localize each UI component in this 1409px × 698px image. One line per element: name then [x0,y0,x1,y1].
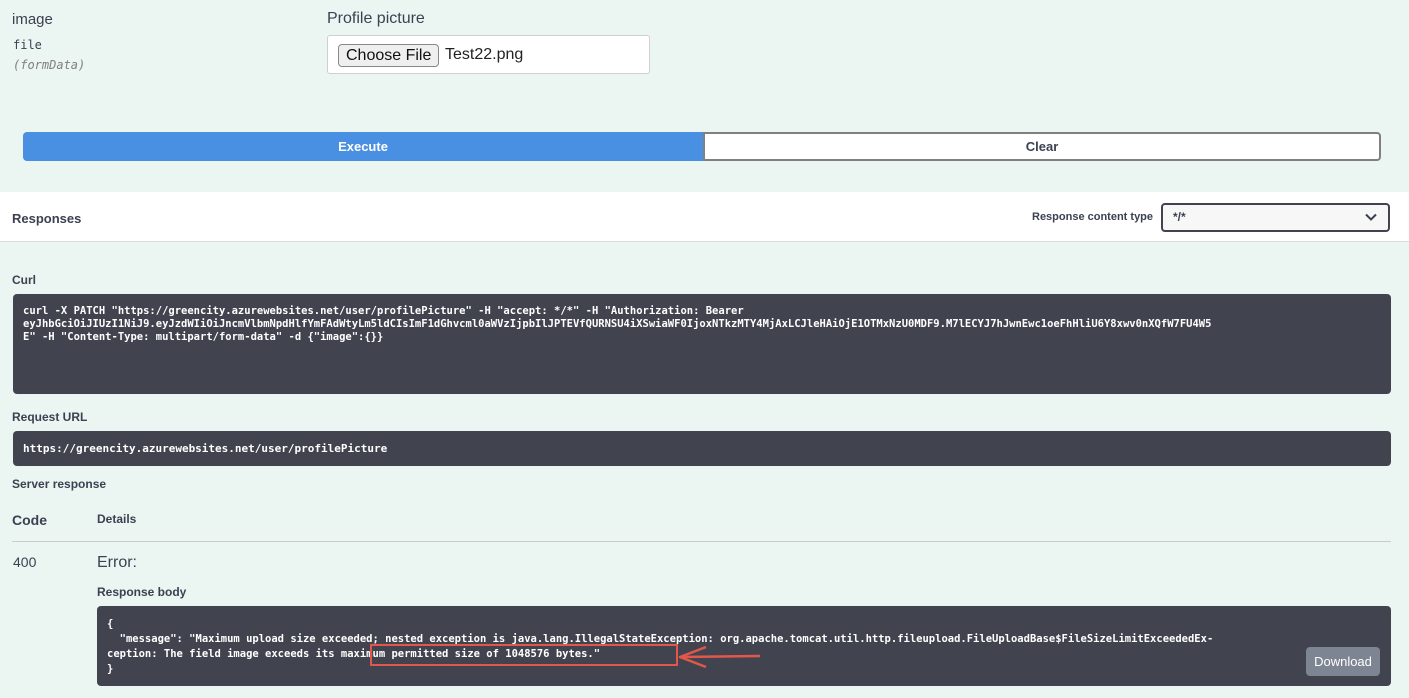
curl-label: Curl [12,273,36,287]
curl-line: eyJhbGciOiJIUzI1NiJ9.eyJzdWIiOiJncmVlbmN… [23,318,1212,330]
details-column-header: Details [97,512,137,526]
download-button[interactable]: Download [1306,647,1380,676]
param-name: image [12,11,53,28]
error-title: Error: [97,554,137,571]
annotation-highlight-box [370,644,678,666]
response-content-type-value: */* [1173,210,1186,224]
param-type: file [13,38,42,52]
responses-title: Responses [12,211,82,226]
request-url-label: Request URL [12,410,88,424]
annotation-arrow-icon [678,645,761,669]
server-response-label: Server response [12,477,107,491]
table-divider [12,541,1391,542]
response-content-type-select[interactable]: */* [1161,203,1390,232]
curl-command[interactable]: curl -X PATCH "https://greencity.azurewe… [13,294,1391,394]
param-description: Profile picture [327,10,425,27]
request-url-value[interactable]: https://greencity.azurewebsites.net/user… [13,431,1391,466]
clear-button[interactable]: Clear [703,132,1381,161]
file-input[interactable]: Choose File Test22.png [327,35,650,74]
response-body-line: { [107,618,114,630]
response-body-label: Response body [97,585,187,599]
param-location: (formData) [13,58,86,72]
code-column-header: Code [12,512,47,528]
status-code: 400 [13,554,37,570]
choose-file-button[interactable]: Choose File [338,44,440,67]
response-content-type-label: Response content type [1032,211,1154,223]
curl-line: E" -H "Content-Type: multipart/form-data… [23,331,384,343]
curl-line: curl -X PATCH "https://greencity.azurewe… [23,305,744,317]
execute-button[interactable]: Execute [23,132,703,161]
chevron-down-icon [1365,213,1377,221]
selected-file-name: Test22.png [445,46,524,63]
